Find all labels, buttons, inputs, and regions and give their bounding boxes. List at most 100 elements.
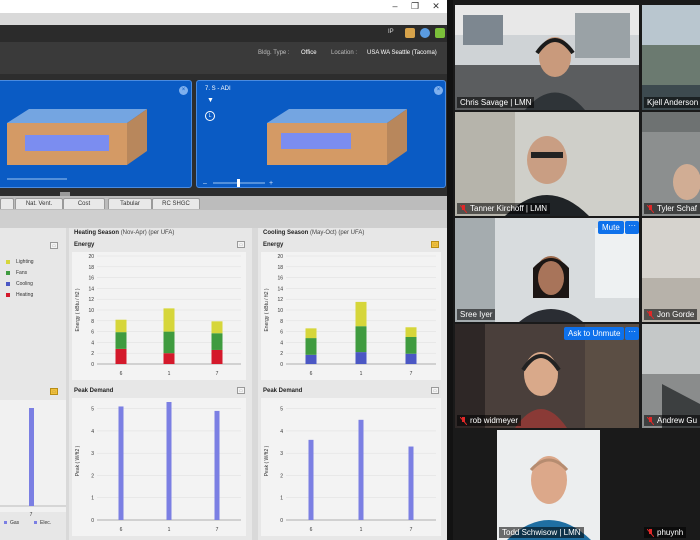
restore-icon[interactable]: ❐ bbox=[405, 0, 425, 13]
panel-toggle-icon[interactable]: □ bbox=[50, 388, 58, 395]
y-tick-label: 12 bbox=[88, 297, 94, 303]
tab-previous[interactable] bbox=[0, 198, 14, 209]
location-label: Location : bbox=[331, 50, 358, 56]
video-gallery: Chris Savage | LMN Kjell Anderson Tanner… bbox=[453, 0, 700, 540]
y-tick-label: 6 bbox=[91, 330, 94, 336]
legend-swatch bbox=[6, 270, 10, 275]
view-slider[interactable]: – + bbox=[203, 179, 277, 187]
close-view-icon[interactable]: × bbox=[434, 86, 443, 95]
wrench-icon[interactable] bbox=[405, 28, 415, 38]
participant-nameplate: rob widmeyer bbox=[457, 415, 522, 426]
x-tick-label: 7 bbox=[410, 371, 413, 377]
tab-rc-shgc[interactable]: RC SHGC bbox=[152, 198, 200, 209]
tab-tabular[interactable]: Tabular bbox=[108, 198, 152, 209]
svg-text:–: – bbox=[203, 180, 207, 187]
building-massing-model bbox=[7, 109, 147, 165]
y-tick-label: 0 bbox=[91, 518, 94, 524]
design-view-1[interactable]: × bbox=[0, 80, 192, 188]
x-tick-label: 6 bbox=[120, 527, 123, 533]
x-tick-label: 6 bbox=[120, 371, 123, 377]
y-axis-label: Peak ( W/ft2 ) bbox=[264, 445, 270, 476]
partial-peak-chart: 7 Gas Elec. bbox=[0, 400, 66, 526]
y-tick-label: 8 bbox=[91, 319, 94, 325]
design-view-2[interactable]: 7. S - ADI × ▼ L – + bbox=[196, 80, 446, 188]
legend-item-heating: Heating bbox=[6, 289, 34, 300]
splitter-handle[interactable] bbox=[60, 192, 70, 196]
settings-icon[interactable] bbox=[435, 28, 445, 38]
peak-demand-title: Peak Demand bbox=[263, 388, 303, 394]
cooling-season-title: Cooling Season (May-Oct) (per UFA) bbox=[263, 230, 365, 236]
units-label[interactable]: IP bbox=[388, 29, 394, 35]
y-tick-label: 8 bbox=[280, 319, 283, 325]
bldg-type-label: Bldg. Type : bbox=[258, 50, 290, 56]
location-value[interactable]: USA WA Seattle (Tacoma) bbox=[367, 50, 437, 56]
y-tick-label: 18 bbox=[88, 265, 94, 271]
y-tick-label: 20 bbox=[277, 254, 283, 260]
y-tick-label: 10 bbox=[88, 308, 94, 314]
muted-mic-icon bbox=[646, 528, 655, 537]
legend-item-fans: Fans bbox=[6, 267, 34, 278]
cooling-season-panel: Cooling Season (May-Oct) (per UFA) Energ… bbox=[258, 228, 447, 540]
bldg-type-value[interactable]: Office bbox=[301, 50, 317, 56]
x-tick-label: 7 bbox=[216, 527, 219, 533]
view-slider[interactable] bbox=[7, 175, 67, 183]
ask-to-unmute-button[interactable]: Ask to Unmute bbox=[564, 327, 625, 340]
video-tile-jon-gorde[interactable]: Jon Gorde bbox=[642, 218, 700, 322]
muted-mic-icon bbox=[646, 416, 655, 425]
y-tick-label: 18 bbox=[277, 265, 283, 271]
panel-toggle-icon[interactable]: □ bbox=[50, 242, 58, 249]
bar-lighting-7 bbox=[211, 321, 223, 334]
video-tile-kjell-anderson[interactable]: Kjell Anderson bbox=[642, 5, 700, 110]
close-view-icon[interactable]: × bbox=[179, 86, 188, 95]
compass-icon[interactable]: L bbox=[205, 111, 215, 121]
energy-chart-title: Energy bbox=[74, 242, 95, 248]
window-title-bar: – ❐ ✕ bbox=[0, 0, 450, 13]
y-tick-label: 1 bbox=[91, 496, 94, 502]
video-tile-tyler-schaf[interactable]: Tyler Schaf bbox=[642, 112, 700, 216]
mute-button[interactable]: Mute bbox=[598, 221, 624, 234]
more-options-button[interactable]: ··· bbox=[625, 221, 639, 234]
y-tick-label: 1 bbox=[280, 496, 283, 502]
video-tile-phuynh[interactable]: phuynh bbox=[642, 430, 700, 540]
participant-nameplate: Andrew Gu bbox=[644, 415, 700, 426]
video-tile-chris-savage[interactable]: Chris Savage | LMN bbox=[455, 5, 639, 110]
bar-fans-7 bbox=[211, 333, 223, 350]
video-tile-sree-iyer[interactable]: Mute ··· Sree Iyer bbox=[455, 218, 639, 322]
legend-gas: Gas bbox=[10, 520, 20, 526]
video-tile-andrew-gu[interactable]: Andrew Gu bbox=[642, 324, 700, 428]
legend-swatch bbox=[6, 281, 10, 286]
shared-application-window: – ❐ ✕ IP Bldg. Type : Office Location : … bbox=[0, 0, 450, 540]
muted-mic-icon bbox=[459, 204, 468, 213]
y-tick-label: 10 bbox=[277, 308, 283, 314]
tab-cost[interactable]: Cost bbox=[63, 198, 105, 209]
globe-icon[interactable] bbox=[420, 28, 430, 38]
y-tick-label: 14 bbox=[88, 286, 94, 292]
bar-fans-1 bbox=[163, 331, 175, 354]
chart-options-icon[interactable]: □ bbox=[237, 387, 245, 394]
bar-heating-6 bbox=[115, 348, 127, 364]
tab-nat-vent[interactable]: Nat. Vent. bbox=[15, 198, 63, 209]
chart-options-icon[interactable]: □ bbox=[237, 241, 245, 248]
y-tick-label: 12 bbox=[277, 297, 283, 303]
participant-nameplate: Kjell Anderson bbox=[644, 97, 700, 108]
bar-fans-6 bbox=[305, 338, 317, 355]
video-tile-tanner-kirchoff[interactable]: Tanner Kirchoff | LMN bbox=[455, 112, 639, 216]
chart-options-icon[interactable]: □ bbox=[431, 387, 439, 394]
energy-legend: Lighting Fans Cooling Heating bbox=[6, 256, 34, 300]
video-tile-rob-widmeyer[interactable]: Ask to Unmute ··· rob widmeyer bbox=[455, 324, 639, 428]
participant-nameplate: Sree Iyer bbox=[457, 309, 496, 320]
participant-nameplate: phuynh bbox=[644, 527, 687, 538]
y-tick-label: 2 bbox=[280, 473, 283, 479]
bar-peak-1 bbox=[358, 419, 364, 520]
video-feed bbox=[642, 218, 700, 322]
heating-season-title: Heating Season (Nov-Apr) (per UFA) bbox=[74, 230, 175, 236]
minimize-icon[interactable]: – bbox=[385, 0, 405, 13]
bar-peak-7 bbox=[408, 446, 414, 520]
video-tile-todd-schwisow[interactable]: Todd Schwisow | LMN bbox=[497, 430, 600, 540]
app-toolbar: IP bbox=[0, 25, 450, 42]
cooling-peak-chart: 0 1 2 3 4 5 Peak ( W/ft2 ) 6 1 7 bbox=[261, 398, 441, 536]
view-label: 7. S - ADI bbox=[205, 86, 231, 92]
more-options-button[interactable]: ··· bbox=[625, 327, 639, 340]
close-icon[interactable]: ✕ bbox=[426, 0, 446, 13]
chart-options-icon[interactable]: □ bbox=[431, 241, 439, 248]
